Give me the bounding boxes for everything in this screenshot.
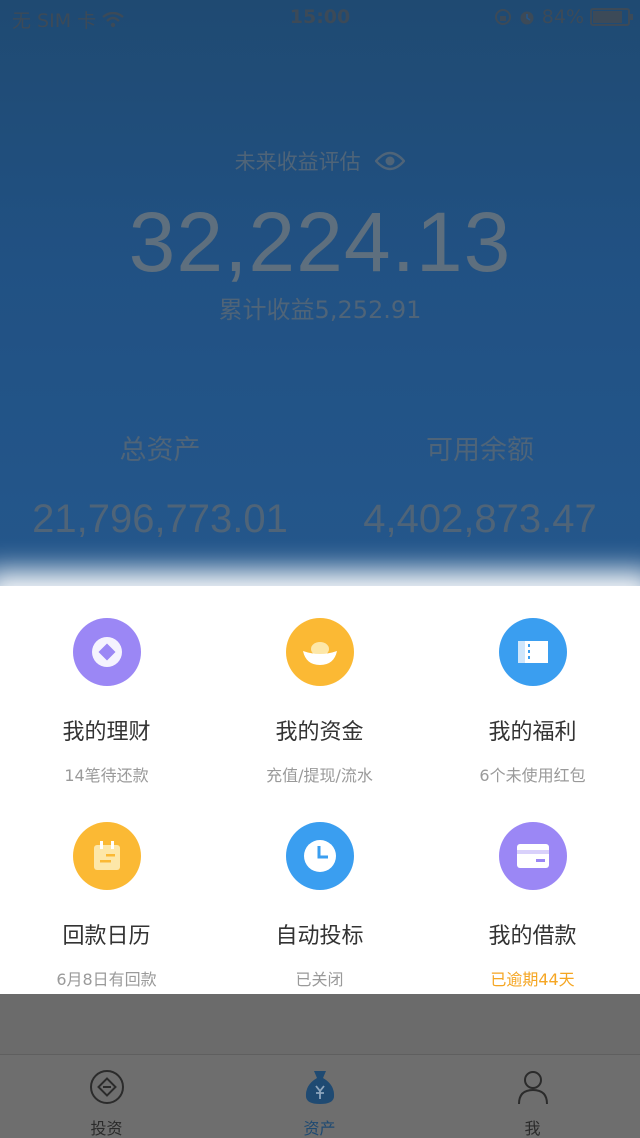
tile-my-loans[interactable]: 我的借款 已逾期44天 [426, 790, 639, 994]
tab-me[interactable]: 我 [426, 1055, 639, 1138]
invest-icon [89, 1070, 124, 1104]
tile-title: 我的理财 [62, 720, 151, 745]
ticket-icon [498, 618, 567, 686]
tab-invest[interactable]: 投资 [0, 1055, 213, 1138]
rotation-lock-icon [494, 9, 511, 25]
tab-assets[interactable]: 资产 [213, 1055, 426, 1138]
battery-percent: 84% [541, 6, 584, 28]
estimate-label-text: 未来收益评估 [234, 150, 361, 174]
tile-my-benefits[interactable]: 我的福利 6个未使用红包 [426, 586, 639, 790]
tile-title: 我的资金 [275, 720, 364, 745]
feature-grid: 我的理财 14笔待还款 我的资金 充值/提现/流水 我的福利 6个未使用红包 回… [0, 586, 640, 994]
diamond-coin-icon [72, 618, 141, 686]
available-balance: 可用余额 4,402,873.47 [320, 428, 640, 542]
total-assets-label: 总资产 [119, 435, 201, 466]
tile-my-investments[interactable]: 我的理财 14笔待还款 [0, 586, 213, 790]
person-icon [517, 1071, 548, 1105]
total-assets: 总资产 21,796,773.01 [0, 428, 320, 542]
card-icon [498, 822, 567, 890]
alarm-icon [520, 11, 534, 25]
cumulative-earnings: 累计收益5,252.91 [218, 296, 422, 324]
available-balance-value: 4,402,873.47 [363, 497, 597, 541]
dimmed-area [0, 994, 640, 1054]
tile-title: 我的福利 [488, 720, 577, 745]
tab-label: 投资 [90, 1119, 123, 1138]
clock-icon [285, 822, 354, 890]
eye-icon[interactable] [375, 151, 406, 171]
tile-subtitle: 已关闭 [295, 970, 344, 989]
available-balance-label: 可用余额 [426, 435, 534, 466]
tile-title: 自动投标 [275, 924, 364, 949]
tile-subtitle: 充值/提现/流水 [266, 766, 373, 785]
calendar-icon [72, 822, 141, 890]
tile-repayment-calendar[interactable]: 回款日历 6月8日有回款 [0, 790, 213, 994]
money-bag-icon [305, 1071, 334, 1104]
total-assets-value: 21,796,773.01 [32, 497, 288, 541]
tile-auto-bid[interactable]: 自动投标 已关闭 [213, 790, 426, 994]
estimate-label: 未来收益评估 [0, 146, 640, 176]
battery-icon [590, 8, 633, 26]
tab-bar: 投资 资产 我 [0, 1054, 640, 1138]
tile-subtitle: 6月8日有回款 [56, 970, 157, 989]
tile-subtitle: 14笔待还款 [64, 766, 149, 785]
status-bar: 无 SIM 卡 15:00 84% [0, 0, 640, 36]
gold-ingot-icon [285, 618, 354, 686]
tab-label: 我 [524, 1119, 541, 1138]
battery-level [593, 11, 622, 23]
tile-subtitle-overdue: 已逾期44天 [490, 970, 575, 989]
tile-title: 回款日历 [62, 924, 151, 949]
tab-label: 资产 [303, 1119, 336, 1138]
tile-my-funds[interactable]: 我的资金 充值/提现/流水 [213, 586, 426, 790]
summary-header: 无 SIM 卡 15:00 84% 未来收益评估 32,224.13 累计收益5… [0, 0, 640, 586]
tile-subtitle: 6个未使用红包 [479, 766, 586, 785]
tile-title: 我的借款 [488, 924, 577, 949]
estimate-value: 32,224.13 [128, 195, 512, 289]
